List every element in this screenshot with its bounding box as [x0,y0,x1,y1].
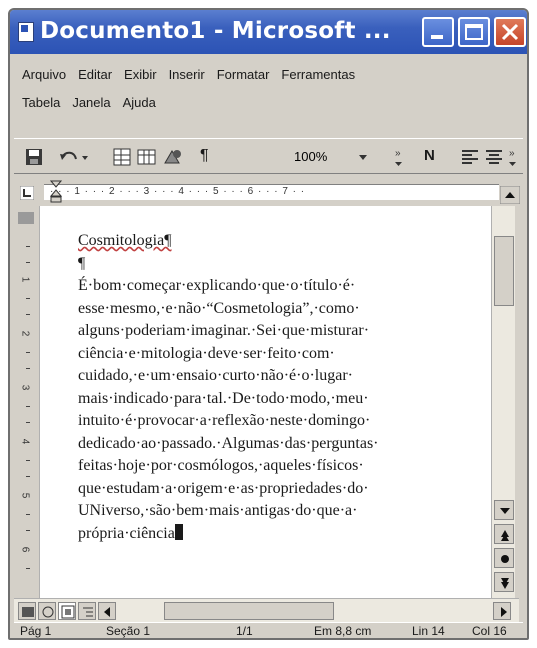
chevron-down-icon [359,155,367,160]
minimize-icon [431,35,443,39]
status-line: Lin 14 [412,624,445,638]
menu-row-1: Arquivo Editar Exibir Inserir Formatar F… [14,66,519,84]
vertical-ruler[interactable]: 1 2 3 4 5 6 [14,206,40,598]
indent-marker-icon[interactable] [50,180,62,204]
text-line-10: que·estudam·a·origem·e·as·propriedades·d… [78,479,369,497]
web-view-icon[interactable] [38,602,56,620]
vruler-number: 2 [19,330,31,337]
scroll-left-arrow-icon[interactable] [98,602,116,620]
text-line-3: alguns·poderiam·imaginar.·Sei·que·mistur… [78,322,370,339]
insert-table-icon[interactable] [112,147,132,167]
zoom-select[interactable]: 100% [290,147,380,169]
text-line-1: É·bom·começar·explicando·que·o·título·é· [78,277,356,294]
last-line-text: própria·ciência [78,524,175,542]
scroll-right-arrow-icon[interactable] [493,602,511,620]
close-button[interactable] [494,17,526,47]
align-center-icon[interactable] [484,147,504,167]
undo-icon[interactable] [58,147,90,167]
text-line-11: UNiverso,·são·bem·mais·antigas·do·que·a· [78,502,358,519]
text-line-4: ciência·e·mitologia·deve·ser·feito·com· [78,344,335,362]
svg-text:»: » [509,148,515,159]
show-hide-button[interactable]: ¶ [200,147,209,167]
menu-formatar[interactable]: Formatar [217,66,270,84]
vruler-number: 3 [19,384,31,391]
document-icon[interactable] [18,22,34,42]
next-page-icon[interactable] [494,572,514,592]
status-page: Pág 1 [20,624,52,638]
horizontal-ruler-row: · · · 1 · · · 2 · · · 3 · · · 4 · · · 5 … [14,180,523,206]
status-position: Em 8,8 cm [314,624,372,638]
minimize-button[interactable] [422,17,454,47]
vruler-number: 5 [19,492,31,499]
menu-ajuda[interactable]: Ajuda [123,94,156,112]
menu-ferramentas[interactable]: Ferramentas [281,66,355,84]
close-icon [501,23,519,41]
window-title: Documento1 - Microsoft ... [40,18,391,44]
maximize-button[interactable] [458,17,490,47]
vertical-scrollbar[interactable] [491,206,515,598]
document-title-text: Cosmitologia¶ [78,232,172,249]
menu-arquivo[interactable]: Arquivo [22,66,66,84]
print-layout-view-icon[interactable] [58,602,76,620]
horizontal-scrollbar[interactable] [14,598,519,622]
zoom-value: 100% [294,149,328,164]
text-line-7: intuito·é·provocar·a·reflexão·neste·domi… [78,412,371,429]
align-left-icon[interactable] [460,147,480,167]
toolbar-options-icon[interactable]: » [394,147,404,167]
vruler-number: 4 [19,438,31,445]
menu-janela[interactable]: Janela [72,94,110,112]
status-section: Seção 1 [106,624,151,638]
previous-page-icon[interactable] [494,524,514,544]
text-line-12: própria·ciência [78,523,484,546]
scroll-up-arrow-icon[interactable] [500,186,520,204]
menu-exibir[interactable]: Exibir [124,66,157,84]
horizontal-ruler[interactable]: · · · 1 · · · 2 · · · 3 · · · 4 · · · 5 … [44,184,499,200]
vruler-number: 6 [19,546,31,553]
browse-object-icon[interactable] [494,548,514,568]
menu-bar: Arquivo Editar Exibir Inserir Formatar F… [14,66,519,138]
top-margin-marker[interactable] [18,212,34,224]
save-icon[interactable] [24,147,44,167]
bold-button[interactable]: N [424,147,435,167]
outline-view-icon[interactable] [78,602,96,620]
text-line-6: mais·indicado·para·tal.·De·todo·modo,·me… [78,389,369,407]
status-bar: Pág 1 Seção 1 1/1 Em 8,8 cm Lin 14 Col 1… [14,622,523,638]
document-body[interactable]: Cosmitologia¶ ¶ É·bom·começar·explicando… [78,230,484,545]
text-line-9: feitas·hoje·por·cosmólogos,·aqueles·físi… [78,457,364,474]
menu-inserir[interactable]: Inserir [169,66,205,84]
text-cursor [174,523,183,540]
standard-toolbar: ¶ 100% » N » [14,138,523,174]
tab-selector-icon[interactable] [20,186,34,200]
insert-excel-icon[interactable] [136,147,158,167]
text-line-2: esse·mesmo,·e·não·“Cosmetologia”,·como· [78,299,360,317]
scroll-down-arrow-icon[interactable] [494,500,514,520]
menu-editar[interactable]: Editar [78,66,112,84]
maximize-icon [465,24,483,40]
document-page[interactable]: Cosmitologia¶ ¶ É·bom·começar·explicando… [40,206,491,598]
status-column: Col 16 [472,624,507,638]
toolbar-more-icon[interactable]: » [508,147,518,167]
menu-tabela[interactable]: Tabela [22,94,60,112]
vertical-scroll-thumb[interactable] [494,236,514,306]
ruler-marks: · · · 1 · · · 2 · · · 3 · · · 4 · · · 5 … [50,186,306,197]
empty-paragraph: ¶ [78,254,86,272]
text-line-8: dedicado·ao·passado.·Algumas·das·pergunt… [78,434,379,452]
title-bar[interactable]: Documento1 - Microsoft ... [10,10,527,54]
document-title: Cosmitologia¶ [78,230,484,253]
drawing-icon[interactable] [162,147,184,167]
menu-row-2: Tabela Janela Ajuda [14,94,519,112]
vruler-number: 1 [19,276,31,283]
normal-view-icon[interactable] [18,602,36,620]
svg-text:»: » [395,148,401,159]
word-window: Documento1 - Microsoft ... Arquivo Edita… [8,8,529,640]
horizontal-scroll-thumb[interactable] [164,602,334,620]
text-line-5: cuidado,·e·um·ensaio·curto·não·é·o·lugar… [78,367,353,384]
status-pages: 1/1 [236,624,253,638]
